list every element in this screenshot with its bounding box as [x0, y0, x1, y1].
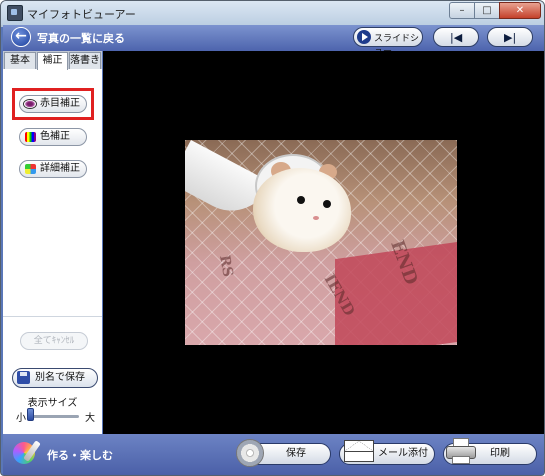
app-window: マイフォトビューアー – □ ✕ ← 写真の一覧に戻る スライドショー |◀ ▶…	[0, 0, 545, 476]
tab-correction[interactable]: 補正	[37, 52, 68, 70]
floppy-disk-icon	[17, 371, 30, 384]
red-eye-correction-button[interactable]: 赤目補正	[19, 95, 87, 113]
color-bars-icon	[25, 132, 36, 142]
save-as-button[interactable]: 別名で保存	[12, 368, 98, 388]
bottom-bar: 作る・楽しむ 保存 メール添付 印刷	[3, 434, 544, 475]
minimize-button[interactable]: –	[449, 2, 475, 19]
display-size-label: 表示サイズ	[27, 398, 78, 409]
size-small-label: 小	[16, 413, 26, 424]
previous-photo-button[interactable]: |◀	[433, 27, 479, 47]
detail-correction-button[interactable]: 詳細補正	[19, 160, 87, 178]
red-eye-correction-label: 赤目補正	[40, 98, 80, 109]
cd-icon	[236, 439, 264, 467]
arrow-left-icon: ←	[15, 28, 27, 44]
envelope-icon	[344, 440, 374, 462]
size-slider-track[interactable]	[29, 415, 79, 418]
print-label: 印刷	[490, 448, 510, 459]
tab-basic[interactable]: 基本	[4, 52, 36, 69]
save-as-label: 別名で保存	[35, 372, 85, 383]
header-bar: ← 写真の一覧に戻る スライドショー |◀ ▶|	[3, 25, 544, 57]
title-bar: マイフォトビューアー – □ ✕	[1, 1, 544, 25]
save-label: 保存	[286, 448, 306, 459]
app-icon	[7, 5, 23, 21]
mail-attach-button[interactable]: メール添付	[339, 440, 435, 465]
color-correction-button[interactable]: 色補正	[19, 128, 87, 146]
red-eye-icon	[23, 99, 37, 109]
back-to-list-button[interactable]: ←	[11, 27, 31, 47]
mail-attach-label: メール添付	[378, 448, 428, 459]
detail-adjust-icon	[25, 164, 36, 174]
size-slider-thumb[interactable]	[27, 408, 34, 421]
photo-viewer: END IEND RS	[103, 51, 544, 434]
tab-bar: 基本 補正 落書き	[3, 51, 102, 70]
printer-icon	[446, 438, 476, 464]
maximize-button[interactable]: □	[474, 2, 500, 19]
make-enjoy-label[interactable]: 作る・楽しむ	[47, 447, 113, 463]
window-title: マイフォトビューアー	[27, 8, 136, 21]
divider	[3, 316, 102, 317]
left-panel: 基本 補正 落書き 赤目補正 色補正 詳細補正 全てｷｬﾝｾﾙ 別名で保存 表示…	[3, 51, 102, 434]
skip-forward-icon: ▶|	[504, 31, 517, 44]
next-photo-button[interactable]: ▶|	[487, 27, 533, 47]
hamster-photo: END IEND RS	[185, 140, 457, 345]
size-large-label: 大	[85, 413, 95, 424]
close-button[interactable]: ✕	[499, 2, 541, 19]
detail-correction-label: 詳細補正	[40, 163, 80, 174]
skip-back-icon: |◀	[450, 31, 463, 44]
back-to-list-label[interactable]: 写真の一覧に戻る	[37, 30, 125, 46]
play-icon	[357, 30, 371, 44]
tab-doodle[interactable]: 落書き	[69, 52, 101, 69]
cancel-all-button[interactable]: 全てｷｬﾝｾﾙ	[20, 332, 88, 350]
save-button[interactable]: 保存	[236, 439, 331, 467]
slideshow-button[interactable]: スライドショー	[353, 27, 423, 57]
print-button[interactable]: 印刷	[443, 438, 537, 465]
color-correction-label: 色補正	[40, 131, 70, 142]
